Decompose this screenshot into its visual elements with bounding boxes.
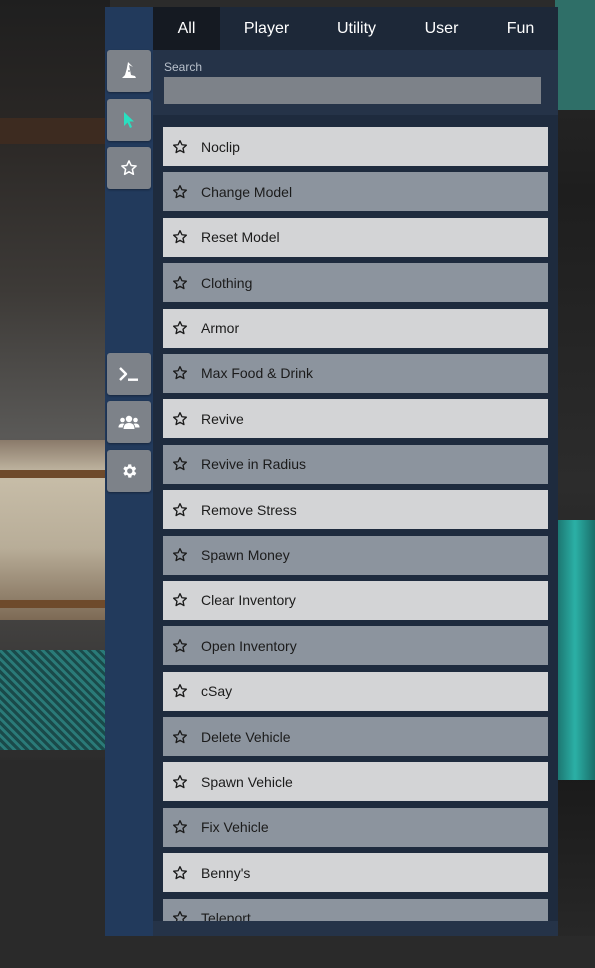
command-label: Armor (201, 320, 240, 337)
terminal-icon (118, 365, 140, 383)
favorite-star-icon[interactable] (172, 774, 188, 790)
command-row[interactable]: Remove Stress (163, 490, 548, 530)
command-label: Max Food & Drink (201, 365, 314, 382)
command-label: Remove Stress (201, 501, 297, 518)
favorite-star-icon[interactable] (172, 139, 188, 155)
command-row[interactable]: Reset Model (163, 217, 548, 257)
tab-player[interactable]: Player (220, 7, 313, 50)
command-label: Fix Vehicle (201, 819, 269, 836)
search-label: Search (164, 60, 203, 74)
command-label: Spawn Vehicle (201, 773, 293, 790)
tab-all[interactable]: All (153, 7, 220, 50)
command-label: Open Inventory (201, 637, 297, 654)
favorite-star-icon[interactable] (172, 638, 188, 654)
command-label: Revive in Radius (201, 456, 307, 473)
cursor-icon (121, 111, 137, 129)
favorite-star-icon[interactable] (172, 275, 188, 291)
favorite-star-icon[interactable] (172, 320, 188, 336)
command-row[interactable]: Noclip (163, 127, 548, 166)
sidebar (105, 7, 153, 936)
command-row[interactable]: Benny's (163, 853, 548, 893)
command-label: Clothing (201, 274, 253, 291)
category-tabs: All Player Utility User Fun (153, 7, 558, 50)
favorite-star-icon[interactable] (172, 411, 188, 427)
command-row[interactable]: Spawn Vehicle (163, 762, 548, 802)
command-label: Delete Vehicle (201, 728, 291, 745)
command-label: Clear Inventory (201, 592, 296, 609)
command-label: cSay (201, 683, 233, 700)
tab-utility[interactable]: Utility (313, 7, 400, 50)
sidebar-button-settings[interactable] (107, 450, 151, 492)
command-list[interactable]: Noclip Change Model Reset Model Clothing Arm… (153, 115, 558, 921)
command-label: Noclip (201, 138, 240, 155)
favorite-star-icon[interactable] (172, 865, 188, 881)
command-row[interactable]: Revive in Radius (163, 444, 548, 484)
favorite-star-icon[interactable] (172, 592, 188, 608)
favorite-star-icon[interactable] (172, 547, 188, 563)
command-row[interactable]: Clear Inventory (163, 580, 548, 620)
command-label: Change Model (201, 183, 293, 200)
command-label: Benny's (201, 864, 251, 881)
star-icon (120, 159, 138, 177)
sidebar-button-admin[interactable] (107, 50, 151, 92)
favorite-star-icon[interactable] (172, 819, 188, 835)
command-row[interactable]: Teleport (163, 898, 548, 921)
admin-menu-panel: All Player Utility User Fun Search Nocli… (105, 7, 558, 936)
command-row[interactable]: Clothing (163, 263, 548, 303)
favorite-star-icon[interactable] (172, 683, 188, 699)
command-row[interactable]: Fix Vehicle (163, 807, 548, 847)
wizard-hat-icon (119, 61, 139, 81)
favorite-star-icon[interactable] (172, 184, 188, 200)
tab-user[interactable]: User (400, 7, 483, 50)
search-input[interactable] (164, 77, 541, 104)
command-row[interactable]: Armor (163, 308, 548, 348)
command-label: Teleport (201, 910, 251, 921)
sidebar-button-console[interactable] (107, 353, 151, 395)
command-row[interactable]: Spawn Money (163, 535, 548, 575)
sidebar-button-favorites[interactable] (107, 147, 151, 189)
command-label: Spawn Money (201, 547, 290, 564)
command-row[interactable]: Open Inventory (163, 626, 548, 666)
tab-fun[interactable]: Fun (483, 7, 558, 50)
command-row[interactable]: Delete Vehicle (163, 717, 548, 757)
command-row[interactable]: cSay (163, 671, 548, 711)
gear-icon (120, 462, 138, 480)
search-section: Search (153, 50, 558, 115)
command-row[interactable]: Change Model (163, 172, 548, 212)
command-label: Revive (201, 410, 244, 427)
favorite-star-icon[interactable] (172, 910, 188, 921)
command-row[interactable]: Max Food & Drink (163, 353, 548, 393)
favorite-star-icon[interactable] (172, 365, 188, 381)
favorite-star-icon[interactable] (172, 502, 188, 518)
sidebar-button-players[interactable] (107, 401, 151, 443)
sidebar-button-select[interactable] (107, 99, 151, 141)
command-row[interactable]: Revive (163, 399, 548, 439)
users-icon (118, 414, 140, 430)
favorite-star-icon[interactable] (172, 456, 188, 472)
favorite-star-icon[interactable] (172, 729, 188, 745)
favorite-star-icon[interactable] (172, 229, 188, 245)
command-label: Reset Model (201, 229, 280, 246)
